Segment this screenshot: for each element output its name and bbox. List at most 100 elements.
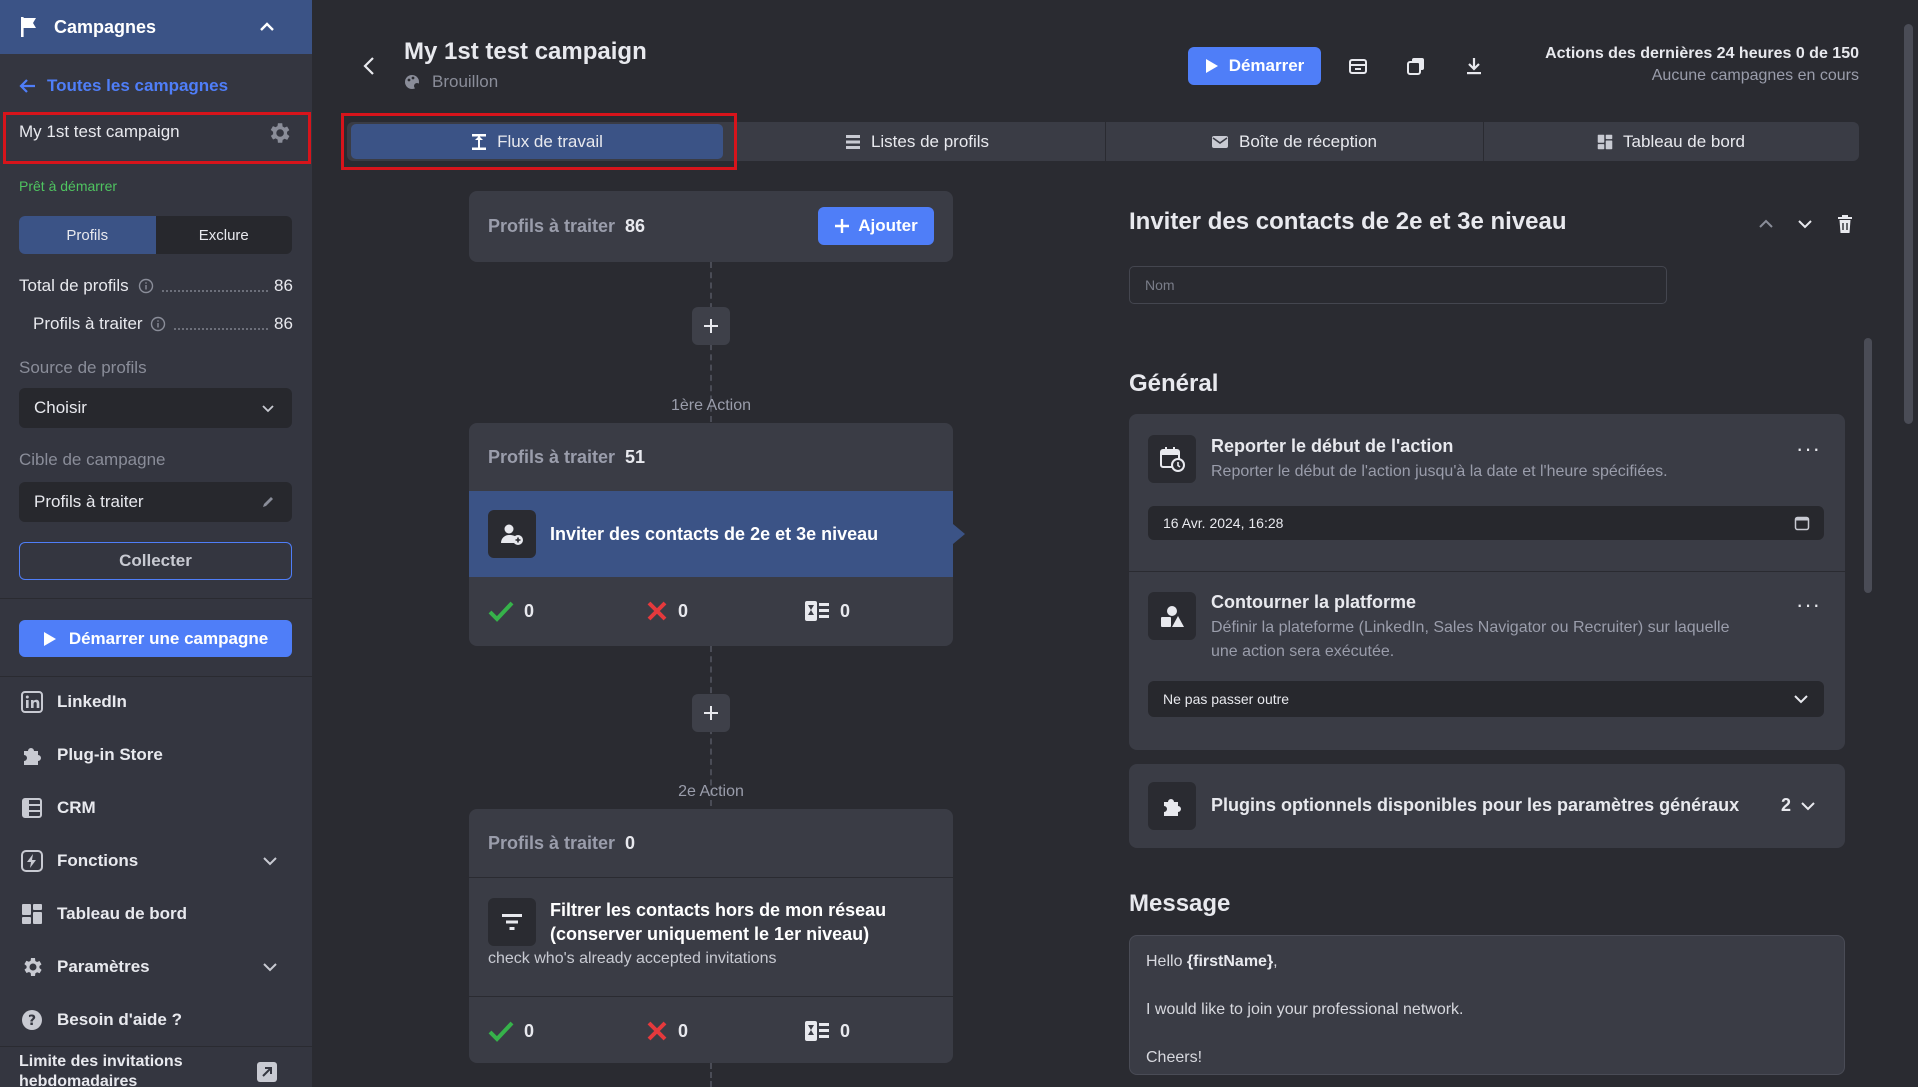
source-select[interactable]: Choisir: [19, 388, 292, 428]
message-line-3: Cheers!: [1146, 1049, 1203, 1066]
campaign-status: Prêt à démarrer: [19, 178, 118, 194]
plugins-card[interactable]: Plugins optionnels disponibles pour les …: [1129, 764, 1845, 848]
sidebar-campaigns-header[interactable]: Campagnes: [0, 0, 312, 54]
add-step-button[interactable]: [692, 694, 730, 732]
tab-inbox[interactable]: Boîte de réception: [1105, 122, 1483, 161]
dashboard-icon: [19, 901, 45, 927]
divider: [0, 676, 312, 677]
nav-functions[interactable]: Fonctions: [19, 848, 277, 874]
nav-label: LinkedIn: [57, 692, 127, 711]
tab-dashboard[interactable]: Tableau de bord: [1483, 122, 1859, 161]
page-scrollbar[interactable]: [1904, 24, 1913, 424]
bypass-value: Ne pas passer outre: [1163, 691, 1290, 707]
name-input[interactable]: Nom: [1129, 266, 1667, 304]
nav-label: Fonctions: [57, 851, 139, 870]
pencil-icon[interactable]: [260, 494, 276, 510]
message-textarea[interactable]: Hello {firstName}, I would like to join …: [1129, 935, 1845, 1075]
pending-stat: 0: [804, 1019, 850, 1043]
calendar-icon[interactable]: [1794, 515, 1810, 531]
gear-icon[interactable]: [266, 120, 292, 146]
action-1-card: Profils à traiter 51 Inviter des contact…: [469, 423, 953, 646]
fail-stat: 0: [646, 1020, 688, 1042]
target-label: Cible de campagne: [19, 450, 166, 469]
action-invite-item[interactable]: Inviter des contacts de 2e et 3e niveau: [469, 491, 953, 577]
lightning-icon: [19, 848, 45, 874]
bypass-desc-line2: une action sera exécutée.: [1211, 643, 1395, 660]
all-campaigns-label: Toutes les campagnes: [47, 76, 229, 95]
delay-date-input[interactable]: 16 Avr. 2024, 16:28: [1148, 506, 1824, 540]
check-icon: [488, 1021, 514, 1042]
nav-label: Plug-in Store: [57, 745, 163, 764]
nav-dashboard[interactable]: Tableau de bord: [19, 901, 187, 927]
delay-desc: Reporter le début de l'action jusqu'à la…: [1211, 463, 1668, 480]
weekly-invite-limit: Limite des invitations hebdomadaires: [19, 1053, 183, 1087]
start-button[interactable]: Démarrer: [1188, 47, 1321, 85]
chevron-up-icon[interactable]: [1757, 215, 1775, 233]
check-icon: [488, 601, 514, 622]
message-text: ,: [1273, 953, 1278, 970]
profiles-label: Profils à traiter: [488, 832, 616, 853]
mail-icon: [1212, 135, 1228, 148]
chevron-down-icon[interactable]: [1796, 215, 1814, 233]
to-process-label: Profils à traiter: [33, 314, 143, 333]
nav-label: Tableau de bord: [57, 904, 188, 923]
more-icon[interactable]: ···: [1796, 436, 1821, 462]
source-label: Source de profils: [19, 358, 147, 377]
start-campaign-label: Démarrer une campagne: [68, 628, 269, 648]
nav-label: Besoin d'aide ?: [57, 1010, 182, 1029]
bypass-title: Contourner la platforme: [1211, 592, 1417, 612]
dashboard-icon: [1597, 134, 1613, 149]
segment-exclude[interactable]: Exclure: [156, 216, 293, 254]
nav-plugin-store[interactable]: Plug-in Store: [19, 742, 163, 768]
archive-icon[interactable]: [1346, 54, 1370, 78]
collect-button[interactable]: Collecter: [19, 542, 292, 580]
nav-crm[interactable]: CRM: [19, 795, 96, 821]
info-icon[interactable]: [138, 278, 154, 294]
dotted-leader: [174, 328, 268, 330]
start-campaign-button[interactable]: Démarrer une campagne: [19, 620, 292, 657]
success-stat: 0: [488, 600, 534, 622]
nav-label: CRM: [57, 798, 96, 817]
general-settings-card: Reporter le début de l'action Reporter l…: [1129, 414, 1845, 750]
hourglass-list-icon: [805, 1021, 829, 1041]
add-step-button[interactable]: [692, 307, 730, 345]
chevron-up-icon[interactable]: [258, 18, 276, 36]
info-icon[interactable]: [150, 316, 166, 332]
to-process-value: 86: [274, 314, 293, 333]
action-filter-item[interactable]: Filtrer les contacts hors de mon réseau …: [469, 878, 953, 996]
plugins-count: 2: [1781, 795, 1792, 815]
user-add-icon: [488, 510, 536, 558]
delay-date-value: 16 Avr. 2024, 16:28: [1163, 515, 1284, 531]
segment-profiles[interactable]: Profils: [19, 216, 156, 254]
tab-profile-lists[interactable]: Listes de profils: [729, 122, 1105, 161]
back-chevron-icon[interactable]: [362, 56, 376, 76]
source-value: Choisir: [34, 398, 87, 417]
draft-status: Brouillon: [404, 72, 498, 92]
nav-help[interactable]: ? Besoin d'aide ?: [19, 1007, 182, 1033]
target-field[interactable]: Profils à traiter: [19, 482, 292, 522]
more-icon[interactable]: ···: [1796, 592, 1821, 618]
nav-linkedin[interactable]: LinkedIn: [19, 689, 127, 715]
dotted-leader: [162, 290, 268, 292]
copy-icon[interactable]: [1404, 54, 1428, 78]
hourglass-list-icon: [805, 601, 829, 621]
plus-icon: [703, 705, 719, 721]
trash-icon[interactable]: [1836, 214, 1854, 234]
download-icon[interactable]: [1462, 54, 1486, 78]
name-placeholder: Nom: [1145, 277, 1175, 293]
actions-quota: Actions des dernières 24 heures 0 de 150: [1545, 45, 1859, 62]
profiles-label: Profils à traiter: [488, 446, 616, 467]
external-link-icon[interactable]: [256, 1061, 278, 1083]
panel-scrollbar[interactable]: [1864, 338, 1872, 593]
profiles-exclude-toggle: Profils Exclure: [19, 216, 292, 254]
bypass-select[interactable]: Ne pas passer outre: [1148, 681, 1824, 717]
action-note: check who's already accepted invitations: [488, 950, 777, 967]
plus-icon: [834, 218, 850, 234]
add-button[interactable]: Ajouter: [818, 207, 934, 245]
total-profiles-label: Total de profils: [19, 276, 129, 295]
all-campaigns-link[interactable]: Toutes les campagnes: [19, 76, 228, 96]
nav-settings[interactable]: Paramètres: [19, 954, 277, 980]
calendar-clock-icon: [1148, 435, 1196, 483]
campaign-name[interactable]: My 1st test campaign: [19, 122, 180, 142]
action-1-label: 1ère Action: [670, 397, 752, 414]
